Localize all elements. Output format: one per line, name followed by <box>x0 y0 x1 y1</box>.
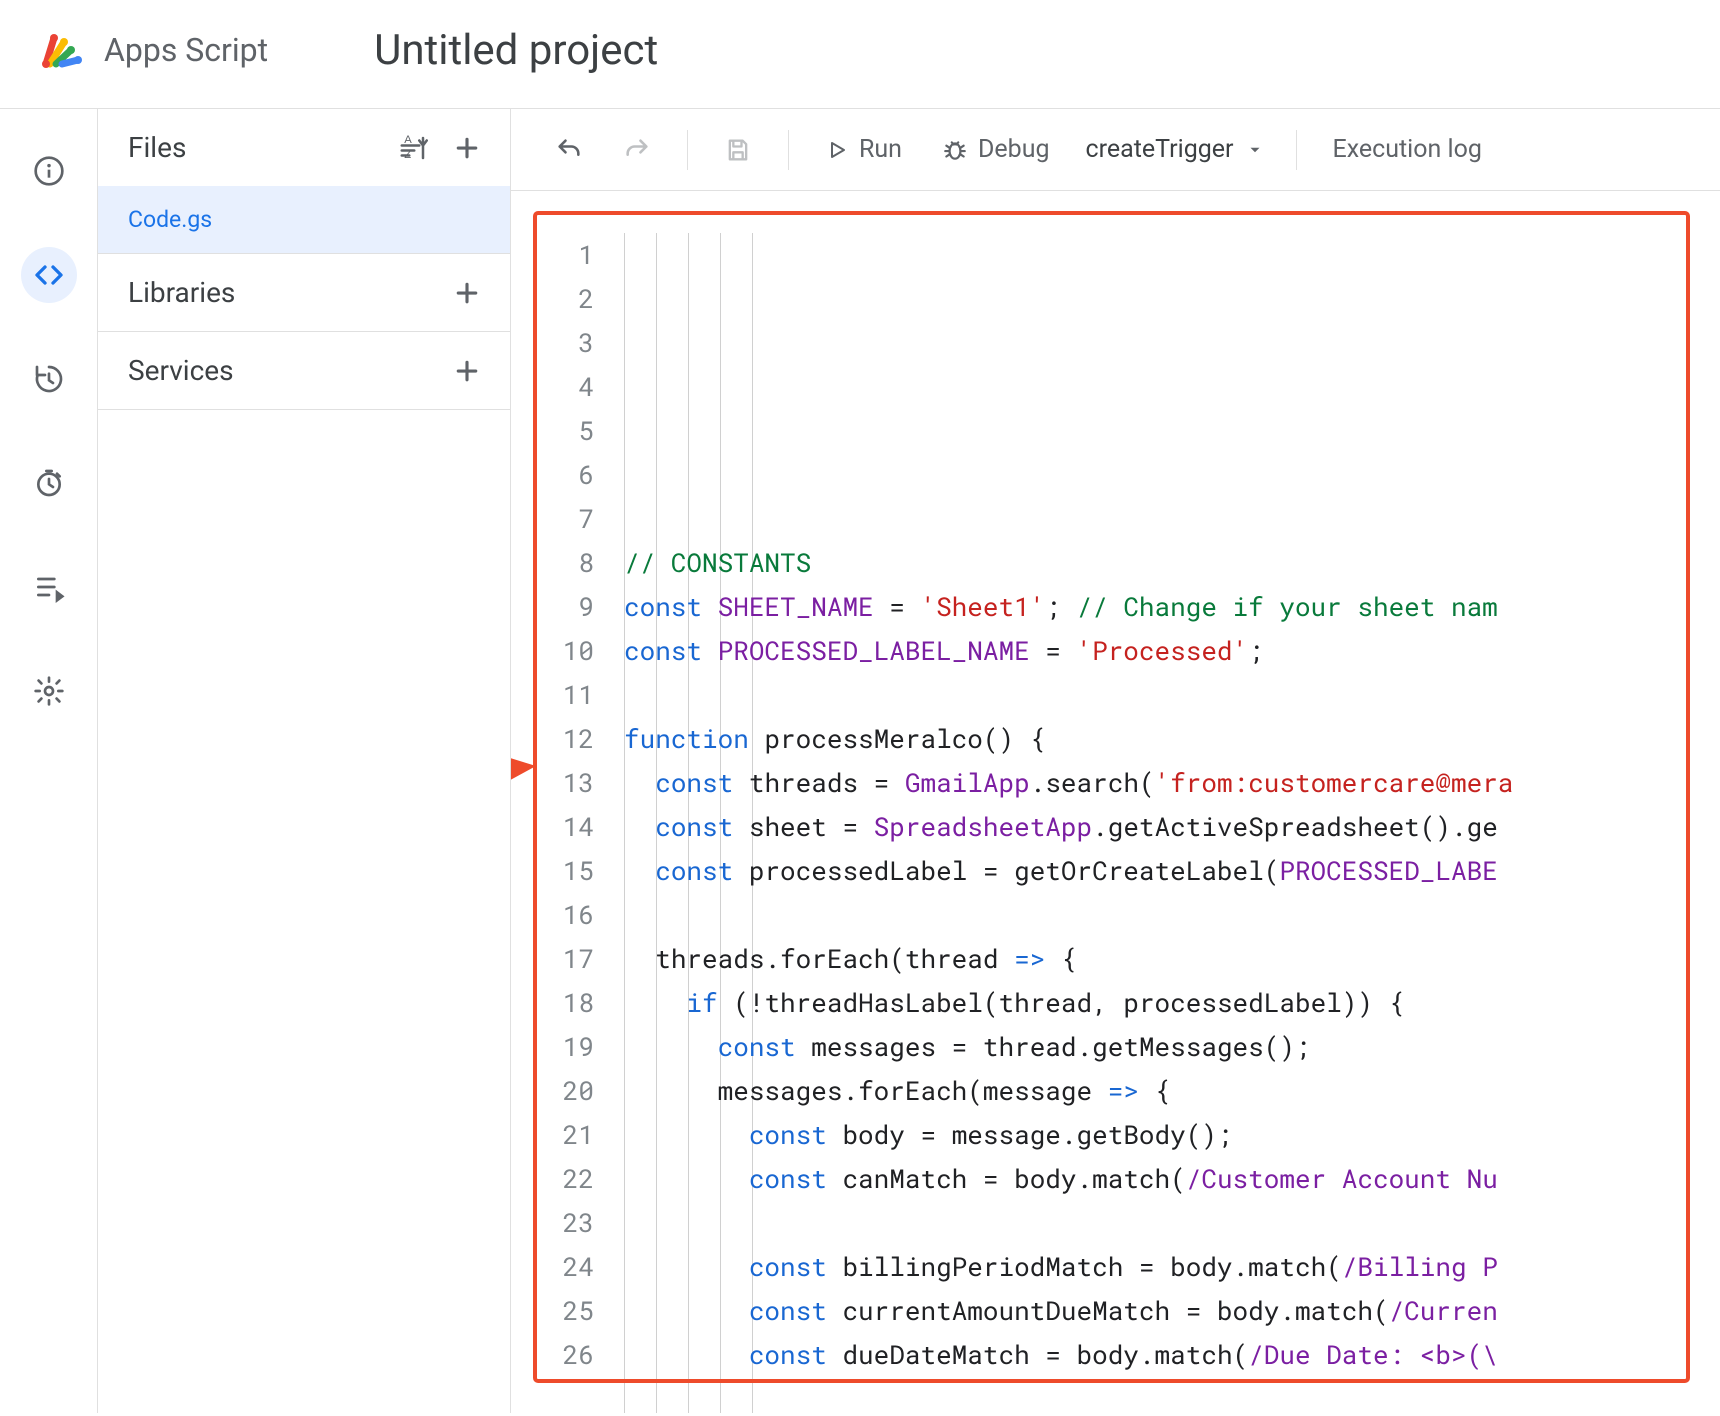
app-name: Apps Script <box>104 31 268 69</box>
function-selected-label: createTrigger <box>1086 135 1234 164</box>
code-line[interactable]: const PROCESSED_LABEL_NAME = 'Processed'… <box>624 629 1720 673</box>
code-line[interactable] <box>624 893 1720 937</box>
code-line[interactable]: const body = message.getBody(); <box>624 1113 1720 1157</box>
execution-log-label: Execution log <box>1333 135 1482 164</box>
line-number: 10 <box>511 629 594 673</box>
line-number: 3 <box>511 321 594 365</box>
function-select[interactable]: createTrigger <box>1076 127 1274 172</box>
editor-toolbar: Run Debug createTrigger Execution log <box>511 109 1720 191</box>
undo-button[interactable] <box>541 128 597 172</box>
line-number: 18 <box>511 981 594 1025</box>
save-button[interactable] <box>710 128 766 172</box>
libraries-label: Libraries <box>128 276 235 309</box>
line-number: 2 <box>511 277 594 321</box>
chevron-down-icon <box>1246 141 1264 159</box>
file-item-code-gs[interactable]: Code.gs <box>98 186 510 253</box>
execution-log-button[interactable]: Execution log <box>1319 127 1496 172</box>
add-library-icon[interactable] <box>452 278 482 308</box>
code-line[interactable]: const billingPeriodMatch = body.match(/B… <box>624 1245 1720 1289</box>
line-number: 6 <box>511 453 594 497</box>
code-line[interactable]: const messages = thread.getMessages(); <box>624 1025 1720 1069</box>
line-number: 22 <box>511 1157 594 1201</box>
code-editor[interactable]: 1234567891011121314151617181920212223242… <box>511 191 1720 1413</box>
rail-history-button[interactable] <box>21 351 77 407</box>
add-service-icon[interactable] <box>452 356 482 386</box>
code-line[interactable]: const processedLabel = getOrCreateLabel(… <box>624 849 1720 893</box>
svg-text:A: A <box>404 134 412 146</box>
run-button[interactable]: Run <box>811 127 916 172</box>
annotation-arrow <box>511 721 541 825</box>
line-number: 19 <box>511 1025 594 1069</box>
code-line[interactable]: const sheet = SpreadsheetApp.getActiveSp… <box>624 805 1720 849</box>
code-line[interactable]: function processMeralco() { <box>624 717 1720 761</box>
line-number: 15 <box>511 849 594 893</box>
line-number: 21 <box>511 1113 594 1157</box>
toolbar-separator <box>1296 130 1297 170</box>
apps-script-logo <box>32 22 88 78</box>
line-number: 23 <box>511 1201 594 1245</box>
add-file-icon[interactable] <box>452 133 482 163</box>
debug-button[interactable]: Debug <box>928 127 1064 172</box>
left-rail <box>0 109 98 1413</box>
line-number: 20 <box>511 1069 594 1113</box>
header: Apps Script Untitled project <box>0 0 1720 108</box>
rail-triggers-button[interactable] <box>21 455 77 511</box>
line-number: 17 <box>511 937 594 981</box>
code-line[interactable]: const currentAmountDueMatch = body.match… <box>624 1289 1720 1333</box>
code-line[interactable]: threads.forEach(thread => { <box>624 937 1720 981</box>
rail-executions-button[interactable] <box>21 559 77 615</box>
rail-settings-button[interactable] <box>21 663 77 719</box>
line-number: 4 <box>511 365 594 409</box>
rail-overview-button[interactable] <box>21 143 77 199</box>
code-content[interactable]: // CONSTANTSconst SHEET_NAME = 'Sheet1';… <box>606 233 1720 1413</box>
line-number: 16 <box>511 893 594 937</box>
services-section-header: Services <box>98 332 510 409</box>
line-number: 1 <box>511 233 594 277</box>
code-line[interactable]: // CONSTANTS <box>624 541 1720 585</box>
code-line[interactable] <box>624 1201 1720 1245</box>
line-number: 8 <box>511 541 594 585</box>
code-line[interactable]: const canMatch = body.match(/Customer Ac… <box>624 1157 1720 1201</box>
code-line[interactable]: const threads = GmailApp.search('from:cu… <box>624 761 1720 805</box>
code-line[interactable]: if (!threadHasLabel(thread, processedLab… <box>624 981 1720 1025</box>
sort-icon[interactable]: AZ <box>398 133 428 163</box>
redo-button[interactable] <box>609 128 665 172</box>
line-number: 7 <box>511 497 594 541</box>
services-label: Services <box>128 354 234 387</box>
code-line[interactable] <box>624 673 1720 717</box>
line-number: 5 <box>511 409 594 453</box>
svg-text:Z: Z <box>404 149 411 161</box>
line-number: 9 <box>511 585 594 629</box>
editor-main: Run Debug createTrigger Execution log 12… <box>511 109 1720 1413</box>
run-label: Run <box>859 135 902 164</box>
line-number: 11 <box>511 673 594 717</box>
files-label: Files <box>128 131 186 164</box>
line-number: 25 <box>511 1289 594 1333</box>
code-line[interactable] <box>624 1377 1720 1413</box>
code-line[interactable]: const SHEET_NAME = 'Sheet1'; // Change i… <box>624 585 1720 629</box>
files-section-header: Files AZ <box>98 109 510 186</box>
line-number: 24 <box>511 1245 594 1289</box>
toolbar-separator <box>788 130 789 170</box>
files-sidebar: Files AZ Code.gs Libraries <box>98 109 511 1413</box>
code-line[interactable]: messages.forEach(message => { <box>624 1069 1720 1113</box>
line-number: 26 <box>511 1333 594 1377</box>
project-title[interactable]: Untitled project <box>374 26 658 75</box>
debug-label: Debug <box>978 135 1050 164</box>
rail-editor-button[interactable] <box>21 247 77 303</box>
code-line[interactable]: const dueDateMatch = body.match(/Due Dat… <box>624 1333 1720 1377</box>
toolbar-separator <box>687 130 688 170</box>
libraries-section-header: Libraries <box>98 254 510 331</box>
